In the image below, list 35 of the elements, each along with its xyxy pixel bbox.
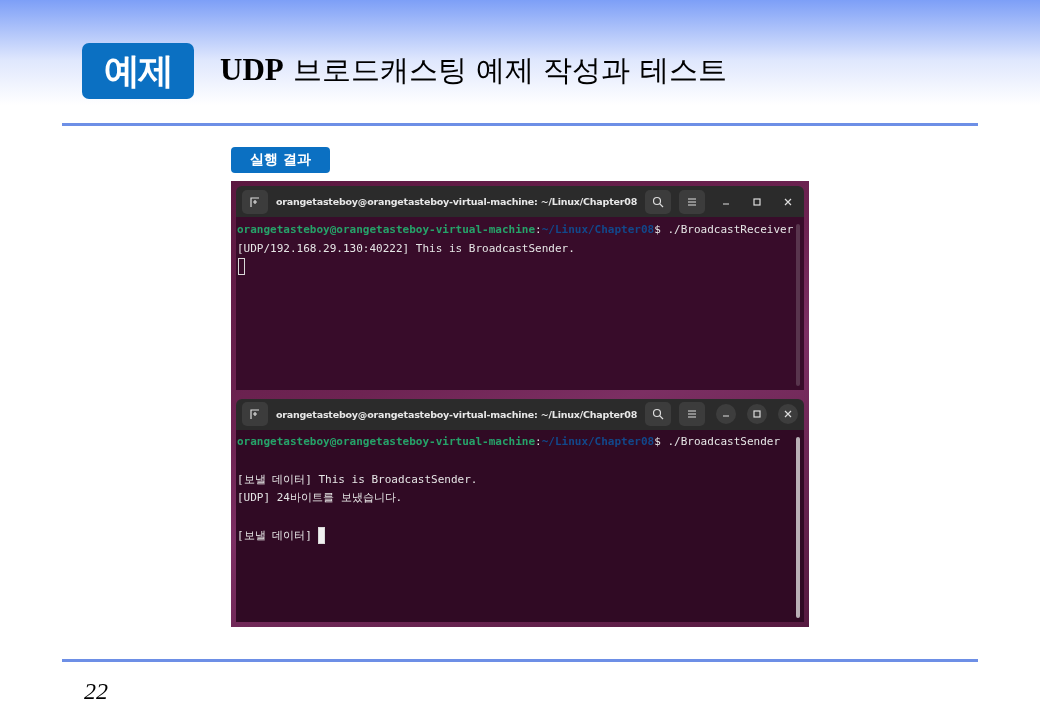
- search-icon: [652, 408, 664, 420]
- search-button[interactable]: [645, 189, 671, 214]
- search-icon: [652, 195, 664, 208]
- example-badge: 예제: [82, 43, 194, 99]
- prompt-line: orangetasteboy@orangetasteboy-virtual-machine:~/Linux/Chapter08$ ./BroadcastReceiver: [237, 221, 795, 238]
- window-title: orangetasteboy@orangetasteboy-virtual-machine: ~/Linux/Chapter08: [274, 408, 639, 420]
- new-tab-icon: [249, 408, 261, 420]
- slide-title: UDP 브로드캐스팅 예제 작성과 테스트: [220, 51, 727, 89]
- input-prompt: [보낼 데이터]: [237, 527, 312, 543]
- maximize-button[interactable]: [747, 404, 767, 424]
- menu-button[interactable]: [679, 189, 705, 214]
- search-button[interactable]: [645, 402, 671, 426]
- new-tab-icon: [249, 195, 261, 208]
- menu-icon: [686, 408, 698, 420]
- page-number: 22: [84, 678, 109, 705]
- menu-button[interactable]: [679, 402, 705, 426]
- new-tab-button[interactable]: [242, 402, 268, 426]
- section-label: 실행 결과: [231, 147, 330, 173]
- output-line: [보낼 데이터] This is BroadcastSender.: [237, 471, 479, 488]
- prompt-line: orangetasteboy@orangetasteboy-virtual-machine:~/Linux/Chapter08$ ./BroadcastSender: [237, 434, 782, 451]
- maximize-icon: [753, 410, 761, 418]
- maximize-icon: [753, 197, 761, 206]
- close-icon: [784, 410, 792, 418]
- scrollbar[interactable]: [796, 436, 800, 618]
- text-cursor: [317, 526, 325, 544]
- scrollbar[interactable]: [796, 224, 800, 386]
- menu-icon: [686, 195, 698, 208]
- text-cursor: [238, 258, 245, 276]
- new-tab-button[interactable]: [242, 189, 268, 214]
- minimize-button[interactable]: [716, 404, 736, 424]
- output-line: [UDP/192.168.29.130:40222] This is BroadcastSender.: [237, 240, 576, 257]
- close-icon: [784, 197, 792, 206]
- close-button[interactable]: [778, 404, 798, 424]
- output-line: [UDP] 24바이트를 보냈습니다.: [237, 490, 404, 507]
- window-title: orangetasteboy@orangetasteboy-virtual-machine: ~/Linux/Chapter08: [274, 196, 639, 207]
